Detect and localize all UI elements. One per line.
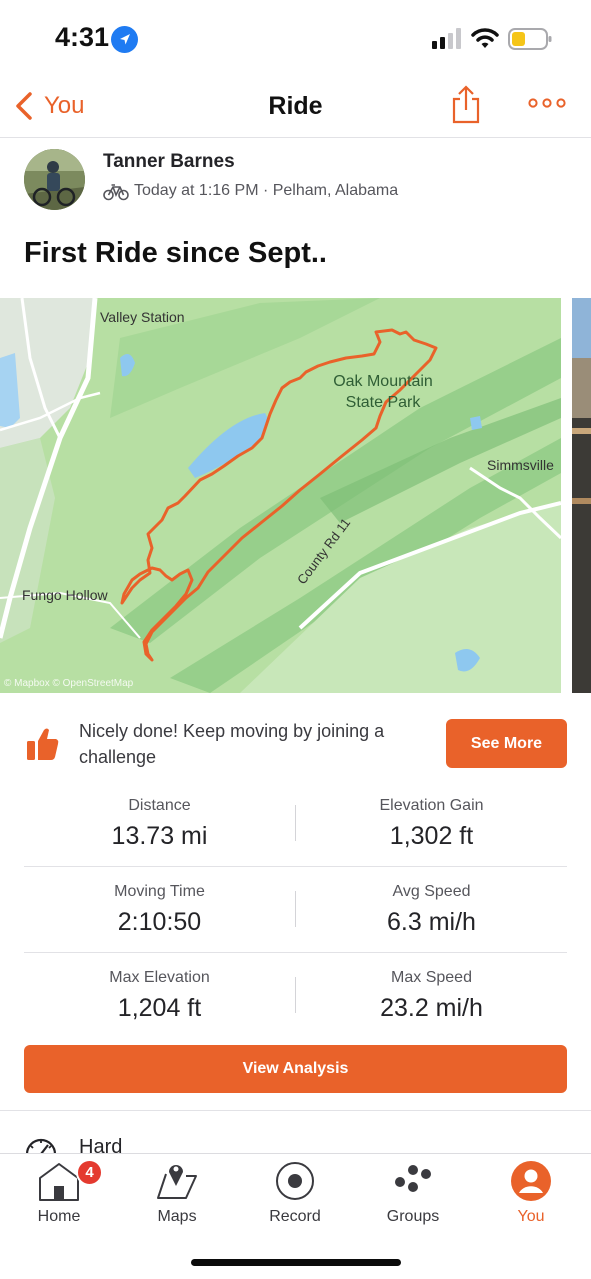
map-attribution: © Mapbox © OpenStreetMap	[4, 678, 134, 689]
avatar[interactable]	[24, 149, 85, 210]
thumbs-up-icon	[27, 728, 59, 760]
map-label-simmsville: Simmsville	[487, 457, 554, 473]
stat-label: Avg Speed	[392, 883, 471, 900]
tab-label: Maps	[157, 1208, 197, 1225]
nav-bar: You Ride	[0, 80, 591, 138]
view-analysis-button[interactable]: View Analysis	[24, 1045, 567, 1093]
home-indicator	[191, 1259, 401, 1266]
stat-row: Max Elevation 1,204 ft Max Speed 23.2 mi…	[24, 953, 567, 1039]
stat-value: 2:10:50	[117, 908, 202, 936]
location-arrow-icon	[111, 26, 138, 53]
activity-title: First Ride since Sept..	[24, 237, 327, 269]
map-label-oak-mountain: Oak Mountain State Park	[318, 371, 448, 413]
tab-record[interactable]: Record	[236, 1154, 354, 1234]
tab-label: You	[517, 1208, 545, 1225]
map-label-oak-mountain-line2: State Park	[345, 394, 421, 411]
wifi-icon	[471, 28, 499, 48]
map-label-oak-mountain-line1: Oak Mountain	[333, 373, 433, 390]
stat-value: 6.3 mi/h	[387, 908, 476, 936]
tab-label: Record	[269, 1208, 321, 1225]
status-bar: 4:31	[0, 0, 591, 80]
stat-max-elevation: Max Elevation 1,204 ft	[24, 953, 295, 1039]
tab-groups[interactable]: Groups	[354, 1154, 472, 1234]
map-label-valley-station: Valley Station	[100, 309, 185, 325]
tab-label: Home	[37, 1208, 81, 1225]
page-title: Ride	[268, 92, 323, 120]
stat-moving-time: Moving Time 2:10:50	[24, 867, 295, 953]
stats-grid: Distance 13.73 mi Elevation Gain 1,302 f…	[24, 781, 567, 1039]
tab-label: Groups	[386, 1208, 440, 1225]
activity-meta: Today at 1:16 PM · Pelham, Alabama	[134, 182, 399, 199]
stat-row: Distance 13.73 mi Elevation Gain 1,302 f…	[24, 781, 567, 867]
athlete-header: Tanner Barnes Today at 1:16 PM · Pelham,…	[0, 138, 591, 218]
effort-gauge-icon	[25, 1138, 57, 1154]
you-icon	[511, 1161, 551, 1201]
see-more-button[interactable]: See More	[446, 719, 567, 768]
challenge-text: Nicely done! Keep moving by joining a ch…	[79, 721, 385, 767]
record-icon	[276, 1162, 314, 1200]
challenge-prompt: Nicely done! Keep moving by joining a ch…	[0, 704, 591, 784]
cellular-signal-icon	[432, 28, 461, 49]
athlete-name[interactable]: Tanner Barnes	[103, 151, 235, 173]
tab-home[interactable]: 4 Home	[0, 1154, 118, 1234]
stat-label: Moving Time	[114, 883, 205, 900]
stat-avg-speed: Avg Speed 6.3 mi/h	[296, 867, 567, 953]
stat-max-speed: Max Speed 23.2 mi/h	[296, 953, 567, 1039]
stat-label: Elevation Gain	[379, 797, 484, 814]
bike-icon	[103, 184, 129, 201]
battery-icon	[508, 28, 552, 50]
tab-maps[interactable]: Maps	[118, 1154, 236, 1234]
maps-icon	[157, 1165, 197, 1199]
route-map[interactable]: Valley Station Oak Mountain State Park S…	[0, 298, 561, 693]
more-options-icon[interactable]	[528, 93, 566, 113]
stat-elevation-gain: Elevation Gain 1,302 ft	[296, 781, 567, 867]
status-time: 4:31	[55, 22, 110, 52]
map-label-fungo-hollow: Fungo Hollow	[22, 587, 108, 603]
tab-you[interactable]: You	[472, 1154, 590, 1234]
stat-label: Distance	[128, 797, 191, 814]
stat-distance: Distance 13.73 mi	[24, 781, 295, 867]
section-divider	[0, 1110, 591, 1111]
stat-row: Moving Time 2:10:50 Avg Speed 6.3 mi/h	[24, 867, 567, 953]
home-icon	[39, 1163, 79, 1201]
effort-label: Hard	[79, 1136, 123, 1153]
notification-badge: 4	[76, 1159, 103, 1186]
stat-value: 13.73 mi	[111, 822, 208, 850]
stat-value: 1,204 ft	[117, 994, 202, 1022]
stat-label: Max Speed	[391, 969, 472, 986]
share-icon[interactable]	[451, 84, 481, 124]
groups-icon	[395, 1165, 431, 1192]
map-canvas	[0, 298, 561, 693]
stat-value: 23.2 mi/h	[380, 994, 483, 1022]
photo-thumbnail[interactable]	[572, 298, 591, 693]
stat-label: Max Elevation	[109, 969, 210, 986]
stat-value: 1,302 ft	[389, 822, 474, 850]
